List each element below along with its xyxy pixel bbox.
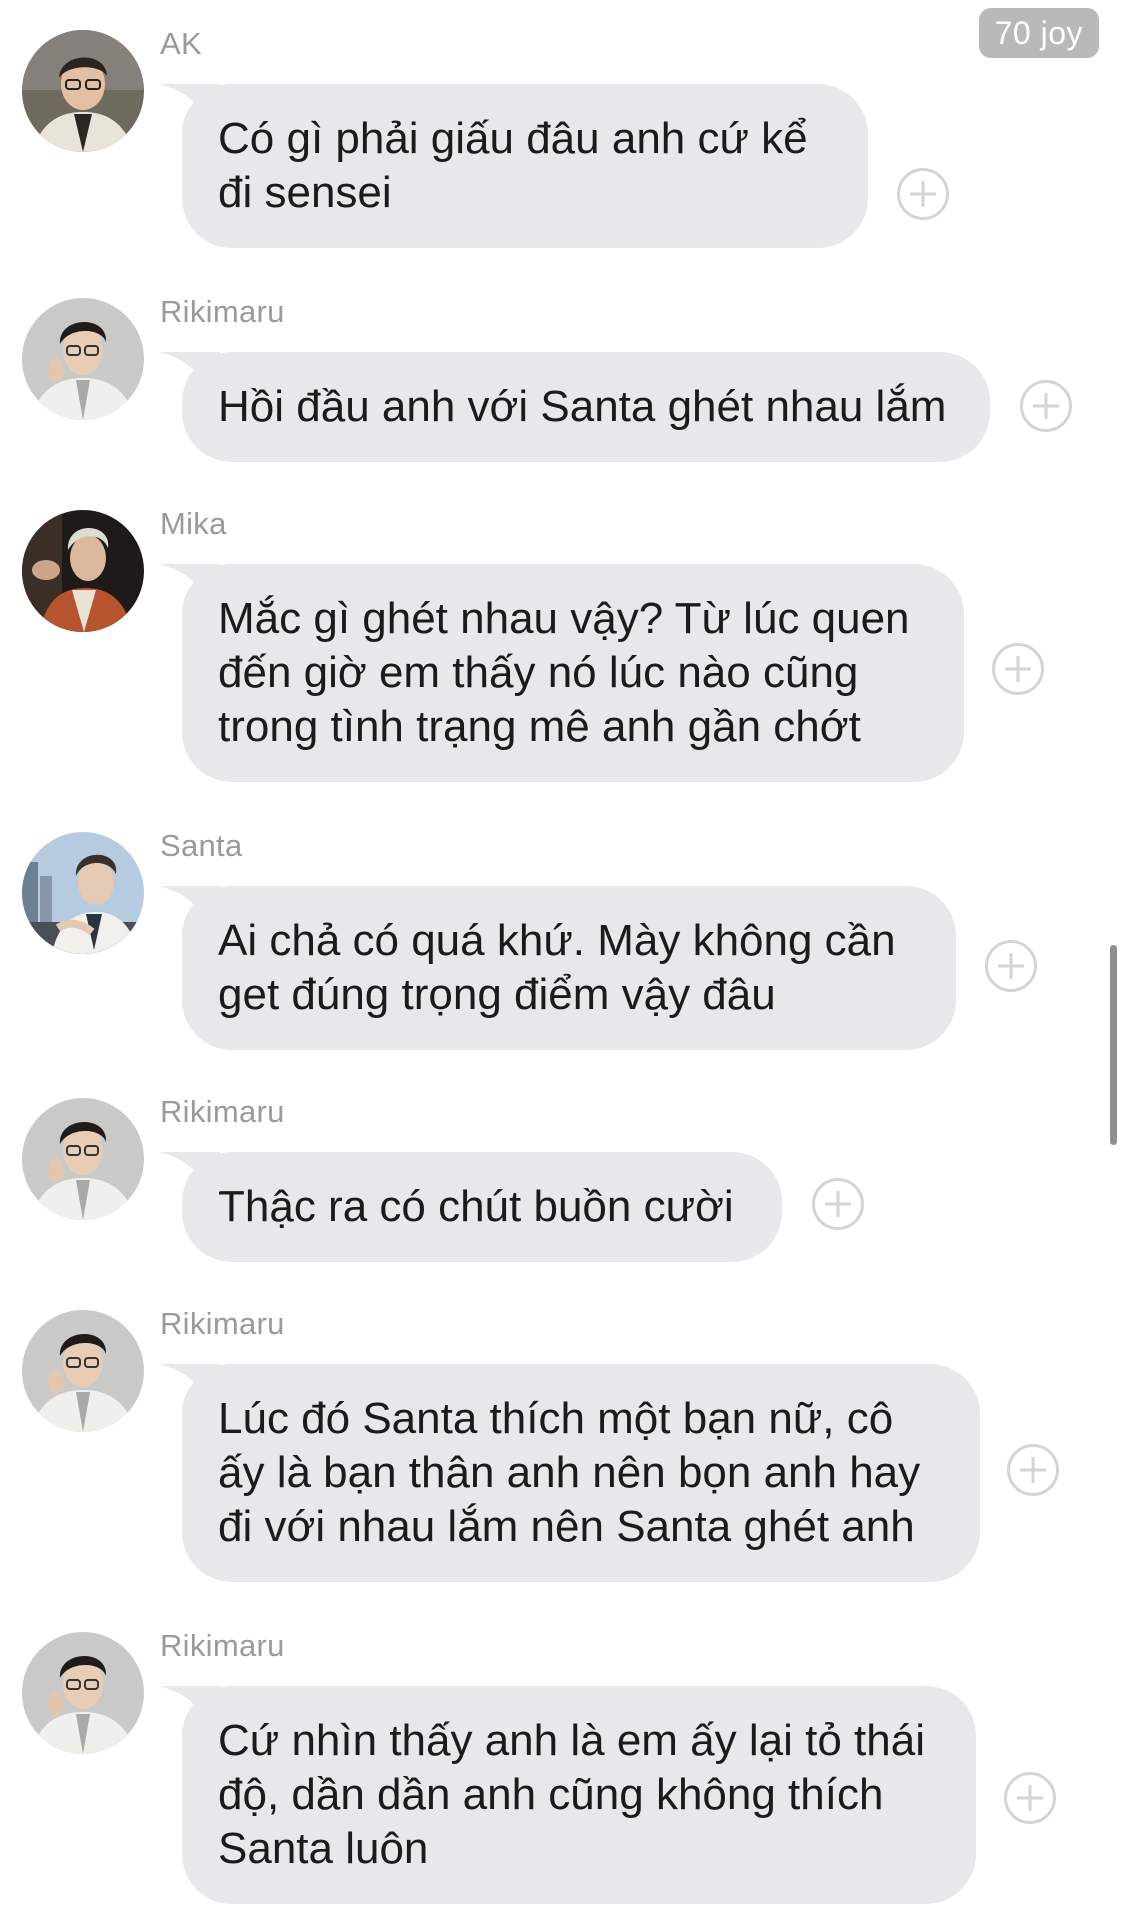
message-bubble[interactable]: Lúc đó Santa thích một bạn nữ, cô ấy là … xyxy=(182,1364,980,1582)
add-reaction-icon[interactable] xyxy=(985,940,1037,992)
sender-name: AK xyxy=(160,26,202,61)
sender-name: Mika xyxy=(160,506,227,541)
sender-name: Rikimaru xyxy=(160,1094,285,1129)
message-bubble[interactable]: Thậc ra có chút buồn cười xyxy=(182,1152,782,1262)
message-bubble[interactable]: Mắc gì ghét nhau vậy? Từ lúc quen đến gi… xyxy=(182,564,964,782)
santa-avatar[interactable] xyxy=(22,832,144,954)
scrollbar[interactable] xyxy=(1110,945,1117,1145)
mika-avatar[interactable] xyxy=(22,510,144,632)
message-bubble[interactable]: Hồi đầu anh với Santa ghét nhau lắm xyxy=(182,352,990,462)
message-bubble[interactable]: Cứ nhìn thấy anh là em ấy lại tỏ thái độ… xyxy=(182,1686,976,1904)
sender-name: Rikimaru xyxy=(160,294,285,329)
add-reaction-icon[interactable] xyxy=(1007,1444,1059,1496)
joy-count-badge: 70 joy xyxy=(978,8,1099,58)
add-reaction-icon[interactable] xyxy=(812,1178,864,1230)
sender-name: Rikimaru xyxy=(160,1306,285,1341)
rikimaru-avatar[interactable] xyxy=(22,298,144,420)
message-bubble[interactable]: Có gì phải giấu đâu anh cứ kể đi sensei xyxy=(182,84,868,248)
message-bubble[interactable]: Ai chả có quá khứ. Mày không cần get đún… xyxy=(182,886,956,1050)
add-reaction-icon[interactable] xyxy=(1004,1772,1056,1824)
ak-avatar[interactable] xyxy=(22,30,144,152)
add-reaction-icon[interactable] xyxy=(897,168,949,220)
sender-name: Rikimaru xyxy=(160,1628,285,1663)
add-reaction-icon[interactable] xyxy=(992,643,1044,695)
rikimaru-avatar[interactable] xyxy=(22,1310,144,1432)
add-reaction-icon[interactable] xyxy=(1020,380,1072,432)
sender-name: Santa xyxy=(160,828,243,863)
rikimaru-avatar[interactable] xyxy=(22,1098,144,1220)
rikimaru-avatar[interactable] xyxy=(22,1632,144,1754)
